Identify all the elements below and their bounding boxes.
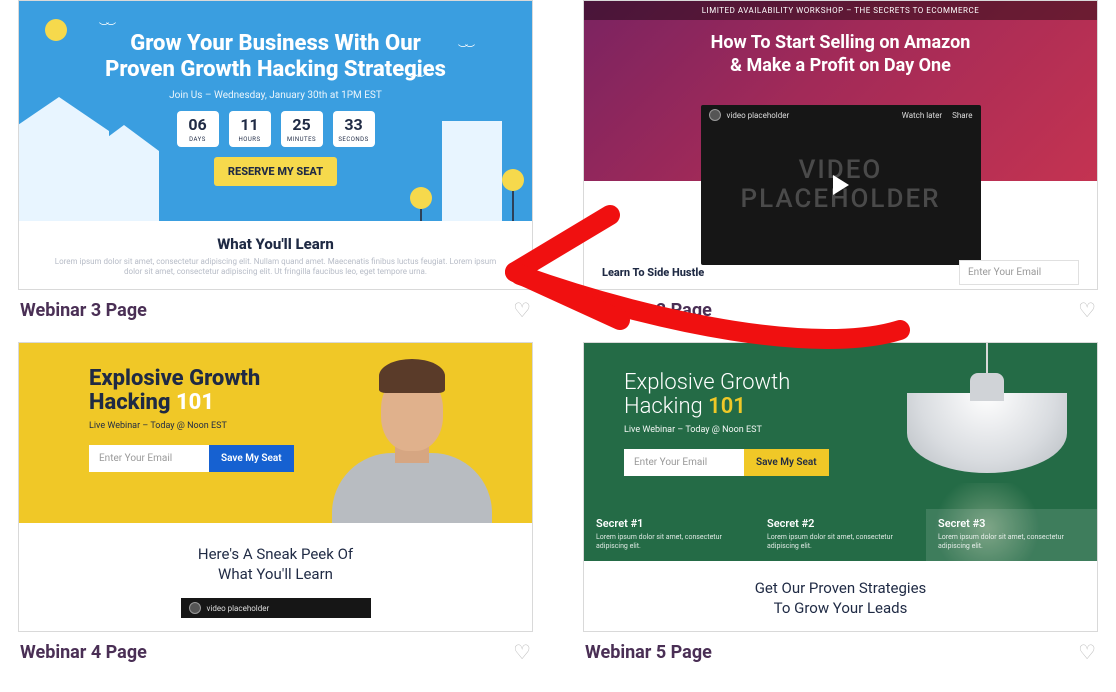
hero-headline: Grow Your Business With Our Proven Growt…: [19, 1, 532, 84]
secret-item: Secret #3 Lorem ipsum dolor sit amet, co…: [926, 509, 1097, 561]
favorite-icon[interactable]: ♡: [1078, 640, 1096, 664]
share-icon[interactable]: Share: [952, 111, 972, 120]
favorite-icon[interactable]: ♡: [513, 640, 531, 664]
section-heading: Here's A Sneak Peek Of What You'll Learn: [19, 545, 532, 584]
section-text: Lorem ipsum dolor sit amet, consectetur …: [19, 257, 532, 278]
countdown-segment: 06 DAYS: [177, 111, 219, 147]
template-card-webinar-4: Explosive Growth Hacking 101 Live Webina…: [18, 342, 533, 668]
video-text: VIDEO PLACEHOLDER: [740, 156, 940, 213]
save-seat-button[interactable]: Save My Seat: [209, 445, 294, 472]
save-seat-button[interactable]: Save My Seat: [744, 449, 829, 476]
sun-icon: [45, 19, 67, 41]
favorite-icon[interactable]: ♡: [1078, 298, 1096, 322]
person-photo: [332, 353, 492, 523]
tree-icon: [410, 187, 432, 209]
email-field[interactable]: Enter Your Email: [624, 449, 744, 476]
card-title: Webinar 4 Page: [20, 642, 147, 663]
email-field[interactable]: Enter Your Email: [89, 445, 209, 472]
section-heading: What You'll Learn: [19, 235, 532, 253]
bird-icon: ︶︶: [408, 71, 422, 86]
card-title: Webinar 3 Page: [20, 300, 147, 321]
countdown-segment: 11 HOURS: [229, 111, 271, 147]
tree-icon: [502, 169, 524, 191]
favorite-icon[interactable]: ♡: [513, 298, 531, 322]
secret-item: Secret #2 Lorem ipsum dolor sit amet, co…: [755, 509, 926, 561]
countdown-segment: 25 MINUTES: [281, 111, 323, 147]
building-icon: [89, 151, 159, 221]
secret-item: Secret #1 Lorem ipsum dolor sit amet, co…: [584, 509, 755, 561]
reserve-button[interactable]: RESERVE MY SEAT: [214, 157, 337, 186]
video-placeholder[interactable]: video placeholder: [181, 598, 371, 618]
template-thumb[interactable]: ︶︶ ︶︶ ︶︶ Grow Your Business With Our Pro…: [18, 0, 533, 290]
top-announcement: LIMITED AVAILABILITY WORKSHOP – THE SECR…: [584, 1, 1097, 20]
video-placeholder[interactable]: video placeholder Watch later Share VIDE…: [701, 105, 981, 265]
lamp-icon: [907, 343, 1067, 473]
template-thumb[interactable]: LIMITED AVAILABILITY WORKSHOP – THE SECR…: [583, 0, 1098, 290]
avatar-icon: [709, 109, 721, 121]
hero-headline: How To Start Selling on Amazon & Make a …: [584, 32, 1097, 77]
secrets-row: Secret #1 Lorem ipsum dolor sit amet, co…: [584, 509, 1097, 561]
template-thumb[interactable]: Explosive Growth Hacking 101 Live Webina…: [583, 342, 1098, 632]
template-thumb[interactable]: Explosive Growth Hacking 101 Live Webina…: [18, 342, 533, 632]
watch-later-icon[interactable]: Watch later: [902, 111, 942, 120]
template-card-webinar-2: LIMITED AVAILABILITY WORKSHOP – THE SECR…: [583, 0, 1098, 326]
card-title: Webinar 5 Page: [585, 642, 712, 663]
email-field[interactable]: Enter Your Email: [959, 260, 1079, 285]
card-title: Webinar 2 Page: [585, 300, 712, 321]
template-card-webinar-3: ︶︶ ︶︶ ︶︶ Grow Your Business With Our Pro…: [18, 0, 533, 326]
video-label: video placeholder: [727, 111, 790, 120]
bird-icon: ︶︶: [458, 41, 472, 56]
bird-icon: ︶︶: [99, 19, 113, 34]
side-heading: Learn To Side Hustle: [602, 266, 704, 279]
avatar-icon: [189, 602, 201, 614]
section-heading: Get Our Proven Strategies To Grow Your L…: [584, 579, 1097, 618]
template-card-webinar-5: Explosive Growth Hacking 101 Live Webina…: [583, 342, 1098, 668]
building-icon: [442, 121, 502, 221]
play-icon[interactable]: [833, 175, 849, 195]
countdown-segment: 33 SECONDS: [333, 111, 375, 147]
